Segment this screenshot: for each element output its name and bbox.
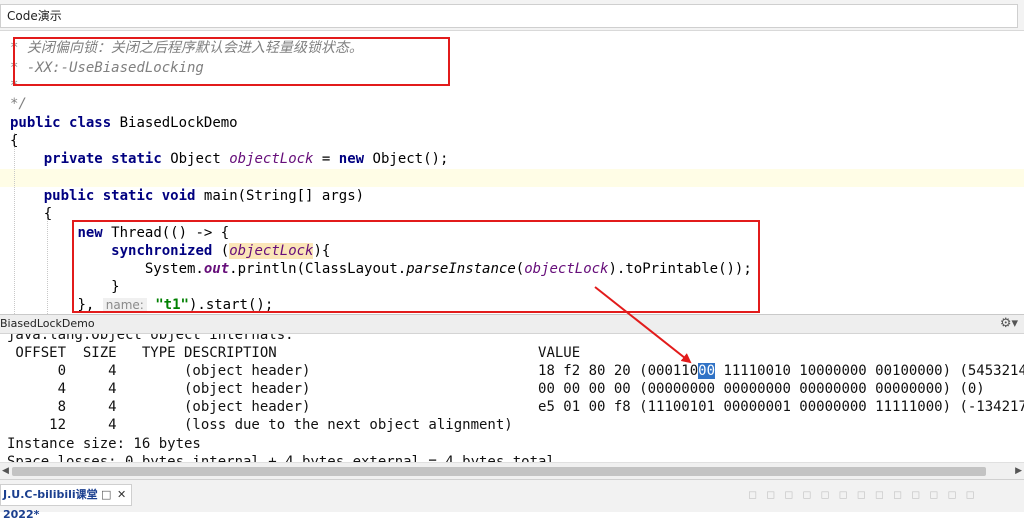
toolbar-icons: ◻◻◻◻◻◻◻◻◻◻◻◻◻ [748,488,984,501]
annotation-box-comment [13,37,450,86]
console-line: Instance size: 16 bytes [7,436,201,452]
keyword: void [161,188,196,204]
console-row: 12 4 (loss due to the next object alignm… [7,417,513,433]
gear-icon[interactable]: ⚙▾ [1000,316,1018,331]
project-tab-label: J.U.C-bilibili课堂2022* [3,488,98,521]
console-row: 0 4 (object header) 18 f2 80 20 (0001100… [7,362,1024,380]
brace: { [10,205,52,223]
console-tab[interactable]: BiasedLockDemo [0,317,95,330]
editor-tabs-bar: J.U.C-bilibili课堂2022* □ ✕ ◻◻◻◻◻◻◻◻◻◻◻◻◻ [0,479,1024,521]
brace: { [10,133,19,149]
console-tabbar: BiasedLockDemo ⚙▾ [0,314,1024,334]
console-row: 4 4 (object header) 00 00 00 00 (0000000… [7,381,985,397]
scrollbar-thumb[interactable] [12,467,986,476]
field-name: objectLock [229,151,314,167]
minimize-icon[interactable]: □ [101,485,111,505]
comment-line: */ [10,96,27,112]
keyword: class [69,115,112,131]
console-header: OFFSET SIZE TYPE DESCRIPTION VALUE [7,345,581,361]
current-line-highlight [0,169,1024,187]
scroll-right-icon[interactable]: ▶ [1015,466,1022,476]
console-line: Space losses: 0 bytes internal + 4 bytes… [7,454,555,462]
scroll-left-icon[interactable]: ◀ [2,466,9,476]
console-output[interactable]: java.lang.Object object internals: OFFSE… [0,334,1024,462]
main-declaration: public static void main(String[] args) [10,187,364,205]
selected-bits: 00 [698,363,716,379]
console-row: 8 4 (object header) e5 01 00 f8 (1110010… [7,399,1024,415]
assign-op: = [313,151,339,167]
annotation-box-code [72,220,760,313]
code-editor[interactable]: * 关闭偏向锁：关闭之后程序默认会进入轻量级锁状态。 * -XX:-UseBia… [0,31,1024,314]
horizontal-scrollbar[interactable]: ◀ ▶ [0,462,1024,479]
console-text: 0 4 (object header) 18 f2 80 20 (000110 [7,363,699,379]
method-signature: main(String[] args) [203,188,365,204]
keyword: static [102,188,154,204]
initializer: Object(); [372,151,449,167]
keyword: private [43,151,103,167]
project-tab[interactable]: J.U.C-bilibili课堂2022* □ ✕ [0,484,132,521]
keyword: public [10,115,61,131]
console-line: java.lang.Object object internals: [7,334,294,343]
window-title[interactable]: Code演示 [0,4,1018,28]
console-text: 11110010 10000000 00100000) (545321496) [715,363,1024,379]
brace: { [43,206,53,222]
keyword: static [111,151,162,167]
close-icon[interactable]: ✕ [117,485,126,505]
field-declaration: private static Object objectLock = new O… [10,150,449,168]
keyword: new [338,151,365,167]
class-declaration: public class BiasedLockDemo [10,114,238,132]
keyword: public [43,188,95,204]
type-name: Object [170,151,221,167]
window-titlebar: Code演示 [0,0,1024,31]
class-name: BiasedLockDemo [119,115,238,131]
